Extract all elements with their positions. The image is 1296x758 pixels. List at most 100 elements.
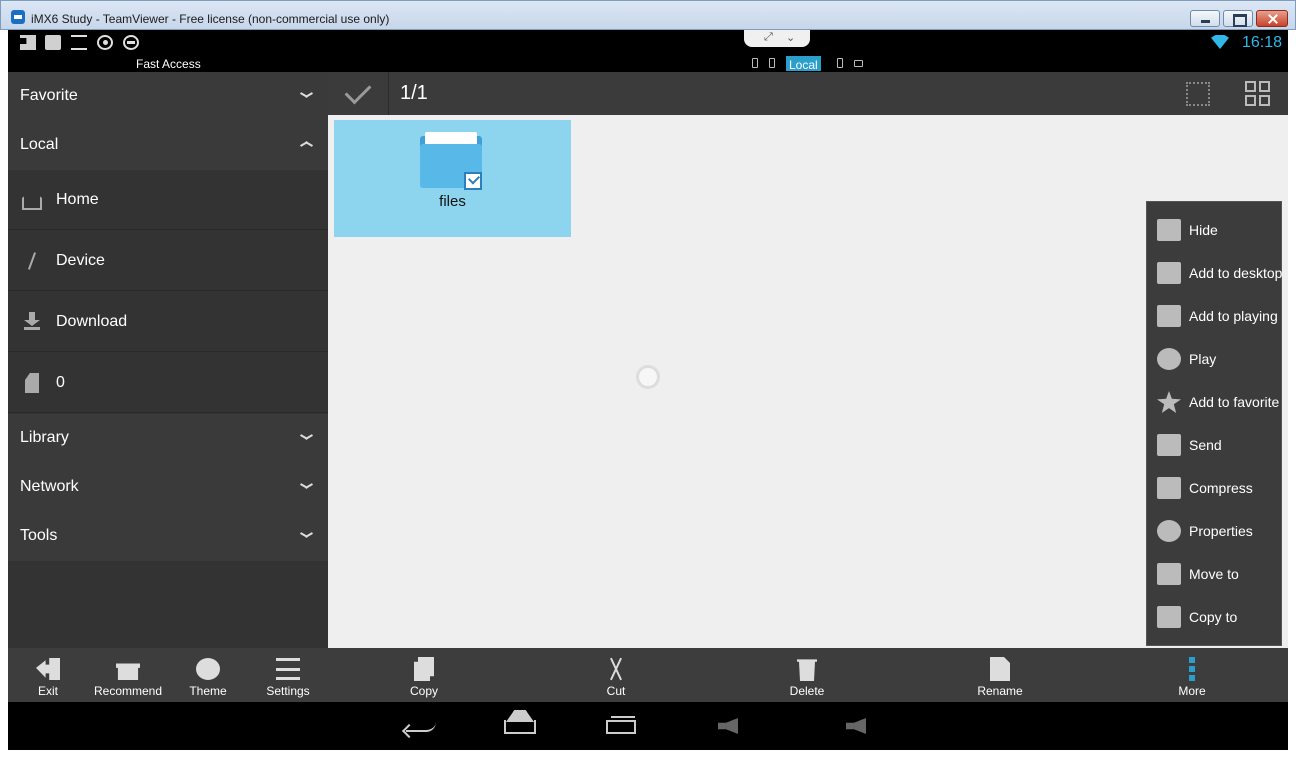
selection-toolbar: 1/1 bbox=[328, 72, 1288, 115]
home-nav-icon[interactable] bbox=[504, 720, 536, 734]
chevron-up-icon bbox=[300, 141, 312, 148]
properties-icon bbox=[1157, 520, 1181, 542]
menu-item-label: Play bbox=[1189, 351, 1217, 367]
copy-button[interactable]: Copy bbox=[384, 648, 464, 702]
minimize-button[interactable] bbox=[1190, 10, 1220, 27]
close-button[interactable] bbox=[1256, 10, 1288, 27]
menu-item-move-to[interactable]: Move to bbox=[1147, 553, 1283, 596]
fullscreen-icon[interactable]: ⤢ bbox=[764, 31, 773, 44]
sidebar-item-download[interactable]: Download bbox=[8, 292, 328, 352]
sidebar-item-label: 0 bbox=[56, 374, 65, 391]
cut-button[interactable]: Cut bbox=[576, 648, 656, 702]
menu-item-label: Move to bbox=[1189, 566, 1239, 582]
file-grid: files bbox=[328, 115, 1288, 648]
file-tile[interactable]: files bbox=[334, 120, 571, 237]
gift-icon bbox=[116, 663, 140, 680]
rename-button[interactable]: Rename bbox=[960, 648, 1040, 702]
cut-icon bbox=[606, 657, 626, 681]
sidebar-section-tools[interactable]: Tools bbox=[8, 512, 328, 561]
sidebar: Favorite Local Home Device Download 0 Li… bbox=[8, 72, 328, 648]
sidebar-section-library[interactable]: Library bbox=[8, 414, 328, 463]
menu-item-play[interactable]: Play bbox=[1147, 338, 1283, 381]
button-label: Settings bbox=[266, 684, 310, 698]
theme-button[interactable]: Theme bbox=[168, 648, 248, 702]
clock: 16:18 bbox=[1242, 34, 1283, 51]
volume-down-icon[interactable] bbox=[718, 714, 746, 738]
back-icon[interactable] bbox=[406, 718, 436, 732]
breadcrumb-current[interactable]: Local bbox=[786, 56, 821, 72]
eye-icon bbox=[97, 35, 113, 50]
window-icon[interactable] bbox=[854, 60, 863, 67]
sidebar-section-favorite[interactable]: Favorite bbox=[8, 72, 328, 121]
delete-button[interactable]: Delete bbox=[767, 648, 847, 702]
menu-item-compress[interactable]: Compress bbox=[1147, 467, 1283, 510]
recommend-button[interactable]: Recommend bbox=[88, 648, 168, 702]
rename-icon bbox=[990, 657, 1010, 681]
menu-item-label: Add to favorite bbox=[1189, 394, 1280, 410]
theme-icon bbox=[196, 658, 220, 680]
menu-item-send[interactable]: Send bbox=[1147, 424, 1283, 467]
divider bbox=[388, 72, 389, 115]
sidebar-bottom-bar: Exit Recommend Theme Settings bbox=[8, 648, 328, 702]
sidebar-item-label: Device bbox=[56, 252, 105, 269]
device-icon[interactable] bbox=[769, 58, 775, 68]
menu-item-properties[interactable]: Properties bbox=[1147, 510, 1283, 553]
context-menu: Hide Add to desktop Add to playing Play … bbox=[1146, 201, 1282, 646]
checkbox-checked-icon[interactable] bbox=[464, 172, 482, 190]
app-notification-icon bbox=[20, 35, 36, 50]
device-icon[interactable] bbox=[837, 58, 843, 68]
more-button[interactable]: More bbox=[1152, 648, 1232, 702]
sidebar-item-device[interactable]: Device bbox=[8, 231, 328, 291]
maximize-button[interactable] bbox=[1223, 10, 1253, 27]
window-title: iMX6 Study - TeamViewer - Free license (… bbox=[31, 12, 390, 26]
settings-button[interactable]: Settings bbox=[248, 648, 328, 702]
compress-icon bbox=[1157, 477, 1181, 499]
add-to-desktop-icon bbox=[1157, 262, 1181, 284]
button-label: More bbox=[1178, 684, 1206, 698]
hide-folder-icon bbox=[1157, 219, 1181, 241]
sidebar-section-network[interactable]: Network bbox=[8, 463, 328, 512]
menu-item-add-to-playing[interactable]: Add to playing bbox=[1147, 295, 1283, 338]
sidebar-item-sdcard[interactable]: 0 bbox=[8, 353, 328, 413]
section-label: Library bbox=[20, 429, 69, 446]
settings-icon bbox=[276, 658, 300, 680]
fast-access-label[interactable]: Fast Access bbox=[136, 57, 201, 71]
file-name: files bbox=[439, 193, 466, 210]
menu-item-hide[interactable]: Hide bbox=[1147, 209, 1283, 252]
chevron-down-icon bbox=[300, 434, 312, 441]
menu-item-label: Add to desktop bbox=[1189, 265, 1283, 281]
sidebar-item-home[interactable]: Home bbox=[8, 170, 328, 230]
menu-item-copy-to[interactable]: Copy to bbox=[1147, 596, 1283, 639]
exit-button[interactable]: Exit bbox=[8, 648, 88, 702]
volume-up-icon[interactable] bbox=[846, 714, 880, 738]
breadcrumb: Fast Access Local bbox=[8, 55, 1288, 72]
exit-icon bbox=[36, 658, 60, 680]
download-icon bbox=[22, 312, 42, 332]
teamviewer-panel-tab[interactable]: ⤢ ⌄ bbox=[744, 30, 810, 47]
grid-cell bbox=[1245, 95, 1256, 106]
grid-cell bbox=[1259, 95, 1270, 106]
copy-icon bbox=[414, 657, 434, 681]
menu-item-label: Hide bbox=[1189, 222, 1218, 238]
menu-item-add-to-favorite[interactable]: Add to favorite bbox=[1147, 381, 1283, 424]
recents-icon[interactable] bbox=[606, 716, 636, 734]
menu-item-add-to-desktop[interactable]: Add to desktop bbox=[1147, 252, 1283, 295]
device-icon[interactable] bbox=[752, 58, 758, 68]
menu-item-label: Add to playing bbox=[1189, 308, 1278, 324]
teamviewer-icon bbox=[11, 10, 25, 24]
grid-view-icon[interactable] bbox=[1245, 81, 1271, 107]
chevron-down-icon bbox=[300, 92, 312, 99]
wifi-icon bbox=[1211, 35, 1229, 49]
sidebar-section-local[interactable]: Local bbox=[8, 121, 328, 170]
grid-cell bbox=[1245, 81, 1256, 92]
chevron-down-icon bbox=[300, 532, 312, 539]
checkmark-icon[interactable] bbox=[344, 77, 372, 105]
button-label: Recommend bbox=[93, 684, 163, 698]
copy-to-icon bbox=[1157, 606, 1181, 628]
favorite-icon bbox=[1157, 391, 1181, 413]
chevron-down-icon[interactable]: ⌄ bbox=[786, 31, 795, 44]
sidebar-item-label: Download bbox=[56, 313, 128, 330]
more-icon bbox=[1189, 657, 1195, 681]
sd-card-icon bbox=[25, 373, 39, 393]
select-all-icon[interactable] bbox=[1186, 82, 1210, 106]
